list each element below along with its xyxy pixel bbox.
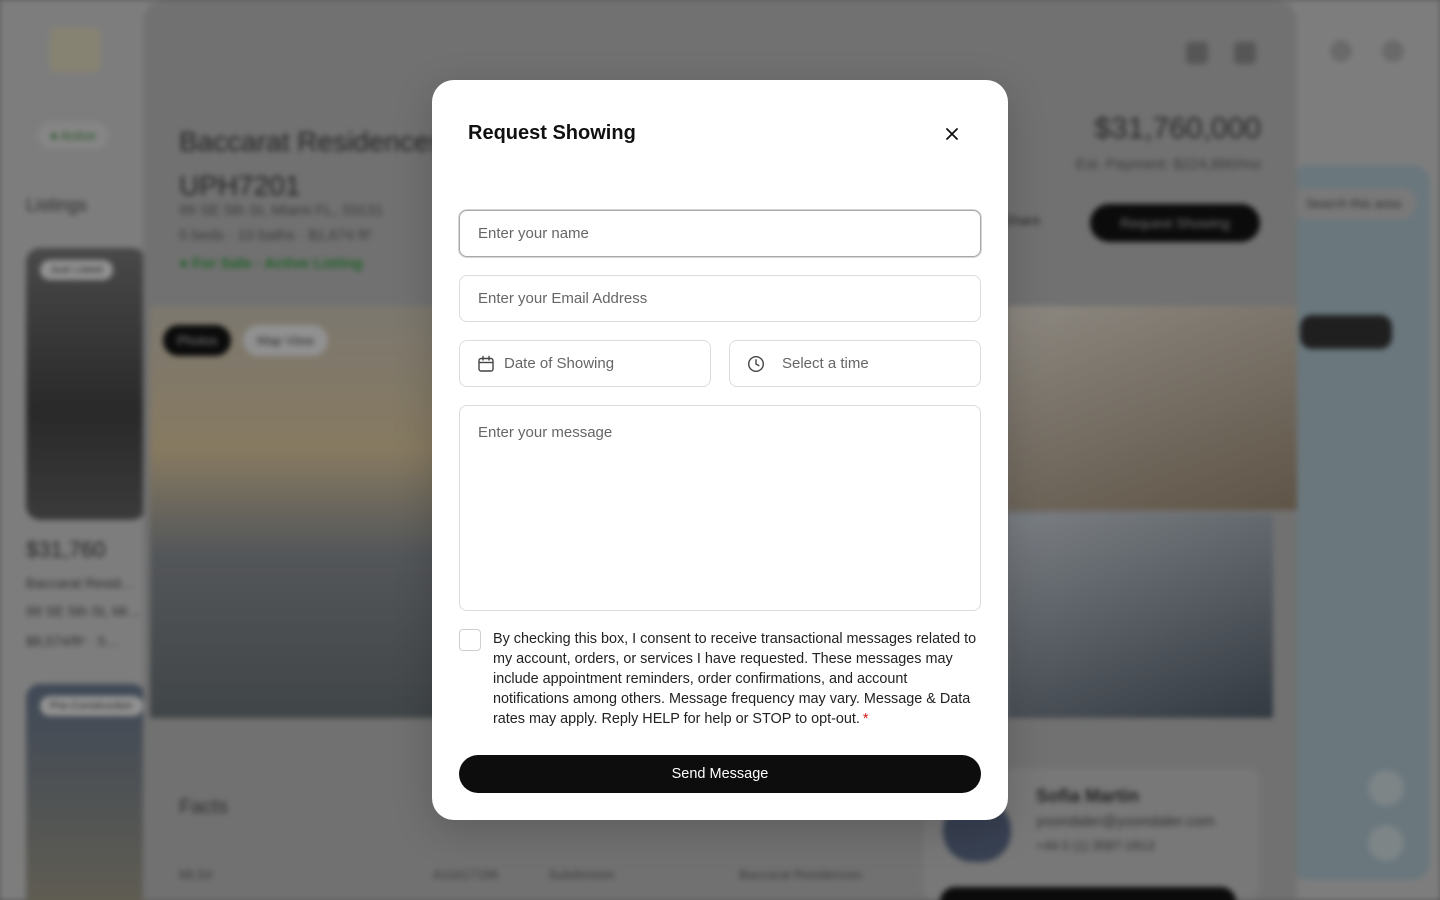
time-placeholder: Select a time — [782, 355, 869, 372]
name-input[interactable] — [460, 211, 980, 256]
consent-checkbox[interactable] — [459, 629, 481, 651]
name-field[interactable] — [459, 210, 981, 257]
email-field[interactable] — [459, 275, 981, 322]
send-message-button[interactable]: Send Message — [459, 755, 981, 793]
modal-title: Request Showing — [468, 122, 636, 144]
close-button[interactable] — [936, 120, 968, 148]
clock-icon — [747, 355, 765, 372]
consent-text: By checking this box, I consent to recei… — [493, 629, 981, 729]
required-asterisk: * — [862, 711, 869, 727]
date-picker[interactable]: Date of Showing — [459, 340, 711, 387]
close-icon — [946, 128, 958, 140]
calendar-icon — [478, 355, 494, 372]
time-picker[interactable]: Select a time — [729, 340, 981, 387]
date-placeholder: Date of Showing — [504, 355, 615, 372]
request-showing-modal: Request Showing Date of Showing Select a… — [432, 80, 1008, 820]
message-textarea[interactable] — [460, 406, 980, 610]
email-input[interactable] — [460, 276, 980, 321]
consent-label: By checking this box, I consent to recei… — [493, 631, 977, 727]
consent-row: By checking this box, I consent to recei… — [459, 629, 981, 729]
message-field[interactable] — [459, 405, 981, 611]
